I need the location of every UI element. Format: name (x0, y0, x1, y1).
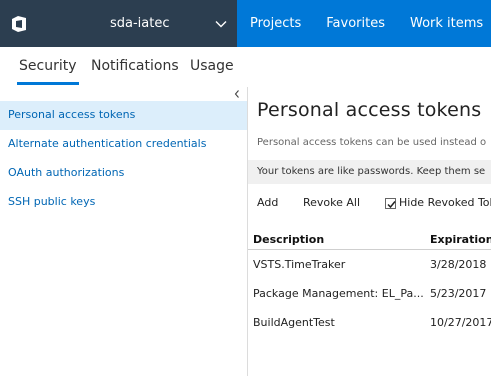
top-bar: sda-iatec Projects Favorites Work items (0, 0, 491, 47)
settings-tabs: Security Notifications Usage (0, 47, 247, 87)
tab-security-label: Security (19, 58, 77, 74)
tab-usage-label: Usage (190, 58, 234, 74)
tokens-table: Description Expiration VSTS.TimeTraker 3… (248, 230, 491, 337)
active-tab-indicator (17, 82, 79, 85)
main-content: Personal access tokens Personal access t… (248, 87, 491, 376)
account-name[interactable]: sda-iatec (110, 0, 170, 47)
tab-notifications-label: Notifications (91, 58, 179, 74)
nav-favorites[interactable]: Favorites (326, 0, 385, 47)
hide-revoked-label: Hide Revoked Tok (399, 196, 491, 209)
token-description: VSTS.TimeTraker (253, 258, 346, 271)
sidebar: Personal access tokens Alternate authent… (0, 101, 247, 217)
table-row[interactable]: VSTS.TimeTraker 3/28/2018 (248, 250, 491, 279)
table-header: Description Expiration (248, 230, 491, 250)
table-row[interactable]: BuildAgentTest 10/27/2017 (248, 308, 491, 337)
nav-projects[interactable]: Projects (250, 0, 301, 47)
revoke-all-button[interactable]: Revoke All (303, 192, 360, 214)
tab-security[interactable]: Security (17, 47, 79, 87)
token-expiration: 3/28/2018 (430, 258, 487, 271)
tab-notifications[interactable]: Notifications (91, 47, 179, 87)
nav-work-items[interactable]: Work items (410, 0, 483, 47)
table-row[interactable]: Package Management: EL_Pa... 5/23/2017 (248, 279, 491, 308)
token-description: Package Management: EL_Pa... (253, 287, 424, 300)
collapse-sidebar-icon[interactable] (230, 87, 244, 101)
warning-banner: Your tokens are like passwords. Keep the… (248, 160, 491, 184)
sidebar-item-personal-access-tokens[interactable]: Personal access tokens (0, 101, 247, 130)
column-header-expiration[interactable]: Expiration (430, 230, 491, 250)
warning-text: Your tokens are like passwords. Keep the… (257, 166, 486, 177)
sidebar-item-oauth-authorizations[interactable]: OAuth authorizations (0, 159, 247, 188)
tab-usage[interactable]: Usage (190, 47, 234, 87)
sidebar-item-ssh-public-keys[interactable]: SSH public keys (0, 188, 247, 217)
chevron-down-icon[interactable] (214, 17, 228, 31)
hide-revoked-toggle[interactable]: Hide Revoked Tok (385, 192, 491, 214)
checkmark-icon (387, 200, 396, 208)
page-description: Personal access tokens can be used inste… (257, 137, 487, 148)
vsts-logo-icon[interactable] (0, 0, 38, 47)
hide-revoked-checkbox[interactable] (385, 197, 396, 209)
column-header-description[interactable]: Description (253, 230, 425, 250)
account-switcher[interactable]: sda-iatec (0, 0, 237, 47)
page-title: Personal access tokens (257, 99, 482, 121)
add-button[interactable]: Add (257, 192, 278, 214)
hub-nav: Projects Favorites Work items (237, 0, 491, 47)
sidebar-item-alternate-credentials[interactable]: Alternate authentication credentials (0, 130, 247, 159)
token-expiration: 5/23/2017 (430, 287, 487, 300)
token-expiration: 10/27/2017 (430, 316, 491, 329)
toolbar: Add Revoke All Hide Revoked Tok (248, 192, 491, 214)
token-description: BuildAgentTest (253, 316, 335, 329)
